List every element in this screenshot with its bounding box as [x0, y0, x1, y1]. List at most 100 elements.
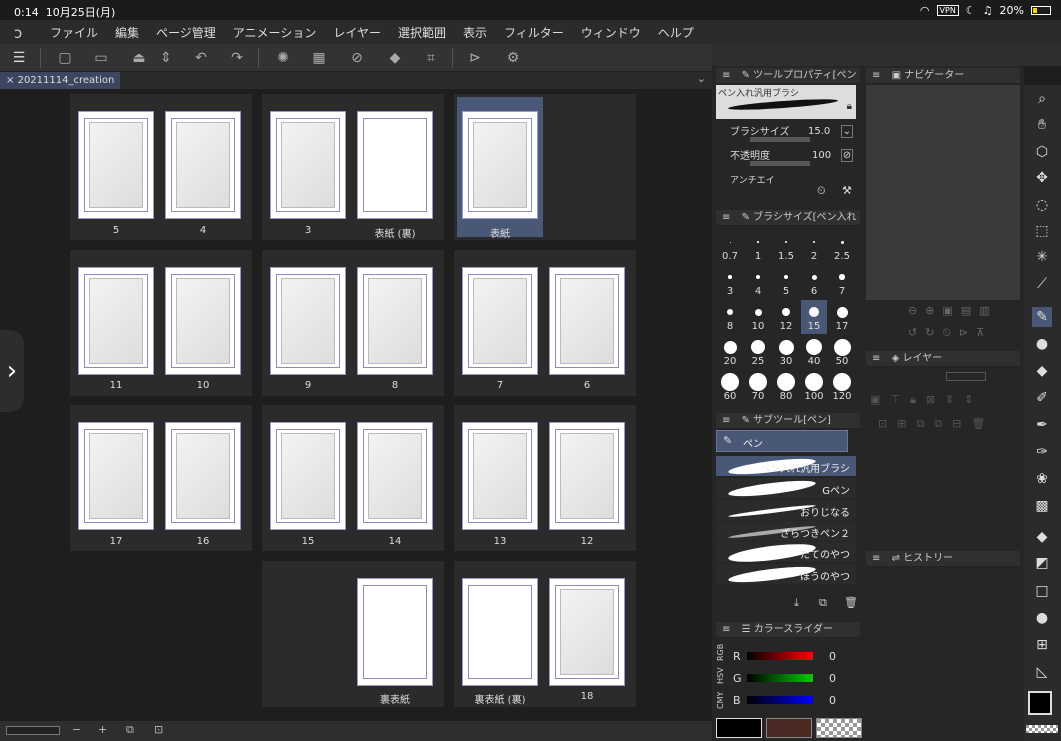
brush-size-dot[interactable]	[777, 373, 795, 391]
zoom-slider[interactable]	[6, 726, 60, 735]
subtool-item-selected[interactable]: ペン入れ汎用ブラシ	[716, 455, 856, 478]
marquee-icon[interactable]: ⬚	[1032, 221, 1052, 241]
menu-file[interactable]: ファイル	[50, 24, 98, 41]
menu-view[interactable]: 表示	[463, 24, 487, 41]
fill-bucket-icon[interactable]: ◆	[1032, 527, 1052, 547]
zoom-in-icon[interactable]: +	[98, 723, 107, 736]
brush-size-dot[interactable]	[778, 339, 794, 355]
settings-icon[interactable]: ⚙	[502, 48, 524, 68]
zoom-icon[interactable]: ⌕	[1032, 89, 1052, 109]
color-mode-tabs[interactable]: CMY HSV RGB	[716, 640, 728, 712]
download-icon[interactable]: ⤓	[794, 596, 799, 610]
navigator-rotate-controls[interactable]: ↺↻⏲⊳⊼	[908, 326, 992, 340]
deselect-icon[interactable]: ⊘	[346, 48, 368, 68]
figure-icon[interactable]: □	[1032, 581, 1052, 601]
brush-size-dot[interactable]	[751, 340, 765, 354]
main-color-icon[interactable]	[1028, 691, 1052, 715]
text-drop-icon[interactable]: ●	[1032, 608, 1052, 628]
brush-size-dot[interactable]	[756, 275, 760, 279]
layer-toolbar-2[interactable]: ⊡⊞⧉⧉⊟🗑︎	[878, 417, 995, 431]
menu-icon[interactable]: ≡	[722, 70, 730, 81]
tab-document[interactable]: × 20211114_creation	[0, 72, 121, 89]
blue-slider[interactable]	[747, 696, 813, 704]
crop-icon[interactable]: ⌗	[420, 48, 442, 68]
subtool-item[interactable]: ほうのやつ	[716, 563, 856, 586]
page-thumbnail[interactable]	[462, 422, 538, 530]
page-thumbnail[interactable]	[549, 267, 625, 375]
brush-size-dot[interactable]	[836, 306, 848, 318]
updown-icon[interactable]: ⇕	[155, 48, 177, 68]
brush-size-dot[interactable]	[749, 373, 767, 391]
layer-toolbar-1[interactable]: ▣⊤🔒︎⊠⇕⇕	[870, 393, 983, 407]
menu-icon[interactable]: ≡	[872, 70, 880, 81]
page-thumbnail[interactable]	[549, 422, 625, 530]
subtool-item[interactable]: おりじなる	[716, 500, 856, 521]
expand-panel-chevron-icon[interactable]: ›	[0, 330, 24, 412]
menu-layer[interactable]: レイヤー	[333, 24, 381, 41]
tool-property-header[interactable]: ≡ ✎ ツールプロパティ[ペン入	[716, 68, 860, 97]
page-thumbnail[interactable]	[357, 111, 433, 219]
brush-size-header[interactable]: ≡ ✎ ブラシサイズ[ペン入れ	[716, 210, 860, 226]
brush-size-dot[interactable]	[754, 308, 762, 316]
brush-size-dot[interactable]	[811, 274, 817, 280]
red-slider[interactable]	[747, 652, 813, 660]
menu-window[interactable]: ウィンドウ	[581, 24, 641, 41]
move-icon[interactable]: ✥	[1032, 168, 1052, 188]
opacity-slider[interactable]	[750, 161, 810, 166]
brush-size-dot[interactable]	[721, 373, 739, 391]
page-thumbnail[interactable]	[78, 422, 154, 530]
brush-size-dot[interactable]	[806, 339, 822, 355]
brush-size-dot[interactable]	[727, 309, 733, 315]
busy-icon[interactable]: ✺	[272, 48, 294, 68]
menu-selection[interactable]: 選択範囲	[398, 24, 446, 41]
transparent-swatch[interactable]	[816, 718, 862, 738]
page-thumbnail[interactable]	[270, 422, 346, 530]
marker-icon[interactable]: ✐	[1032, 388, 1052, 408]
undo-icon[interactable]: ↶	[190, 48, 212, 68]
brush-size-dot[interactable]	[782, 308, 790, 316]
page-thumbnail[interactable]	[357, 422, 433, 530]
ruler-icon[interactable]: ◺	[1032, 662, 1052, 682]
subtool-group-pen[interactable]: ✎ ペン	[716, 430, 848, 452]
close-icon[interactable]: ×	[6, 75, 14, 86]
opacity-reset-icon[interactable]: ⊘	[841, 149, 853, 162]
open-folder-icon[interactable]: ▭	[90, 48, 112, 68]
tab-cmy[interactable]: CMY	[716, 691, 728, 708]
layer-header[interactable]: ≡ ◈ レイヤー	[866, 351, 1020, 367]
menu-animation[interactable]: アニメーション	[233, 24, 317, 41]
r-value[interactable]: 0	[829, 650, 836, 663]
frame-icon[interactable]: ⊞	[1032, 635, 1052, 655]
transparent-color-icon[interactable]	[1026, 725, 1058, 733]
decoration-icon[interactable]: ❀	[1032, 469, 1052, 489]
page-thumbnail[interactable]	[357, 267, 433, 375]
page-thumbnail[interactable]	[462, 578, 538, 686]
layer-opacity-slider[interactable]	[946, 372, 986, 381]
export-icon[interactable]: ⏏	[128, 48, 150, 68]
history-header[interactable]: ≡ ⇌ ヒストリー	[866, 551, 1020, 567]
reset-icon[interactable]: ⏲	[817, 184, 826, 198]
page-settings-icon[interactable]: ⊡	[154, 723, 163, 736]
brush-size-dot[interactable]	[785, 241, 787, 243]
selection-icon[interactable]: ▦	[308, 48, 330, 68]
blend-icon[interactable]: ●	[1032, 334, 1052, 354]
navigator-preview[interactable]	[866, 85, 1020, 300]
eyedropper-icon[interactable]: ⟋	[1032, 274, 1052, 294]
brush-size-dot[interactable]	[723, 340, 737, 354]
page-thumbnail[interactable]	[462, 267, 538, 375]
brush-size-dot[interactable]	[729, 241, 731, 243]
green-slider[interactable]	[747, 674, 813, 682]
magic-wand-icon[interactable]: ✳	[1032, 247, 1052, 267]
subtool-item[interactable]: ざらつきペン２	[716, 521, 856, 542]
chevron-down-icon[interactable]: ⌄	[697, 72, 706, 85]
sub-color-swatch[interactable]	[766, 718, 812, 738]
copy-page-icon[interactable]: ⧉	[126, 723, 134, 737]
page-thumbnail[interactable]	[549, 578, 625, 686]
pressure-toggle-icon[interactable]: ⌄	[841, 125, 853, 138]
brush-size-dot[interactable]	[805, 373, 823, 391]
airbrush-icon[interactable]: ✑	[1032, 442, 1052, 462]
menu-icon[interactable]: ≡	[722, 624, 730, 635]
menu-filter[interactable]: フィルター	[504, 24, 564, 41]
navigator-header[interactable]: ≡ ▣ ナビゲーター	[866, 68, 1020, 84]
g-value[interactable]: 0	[829, 672, 836, 685]
new-file-icon[interactable]: ▢	[54, 48, 76, 68]
